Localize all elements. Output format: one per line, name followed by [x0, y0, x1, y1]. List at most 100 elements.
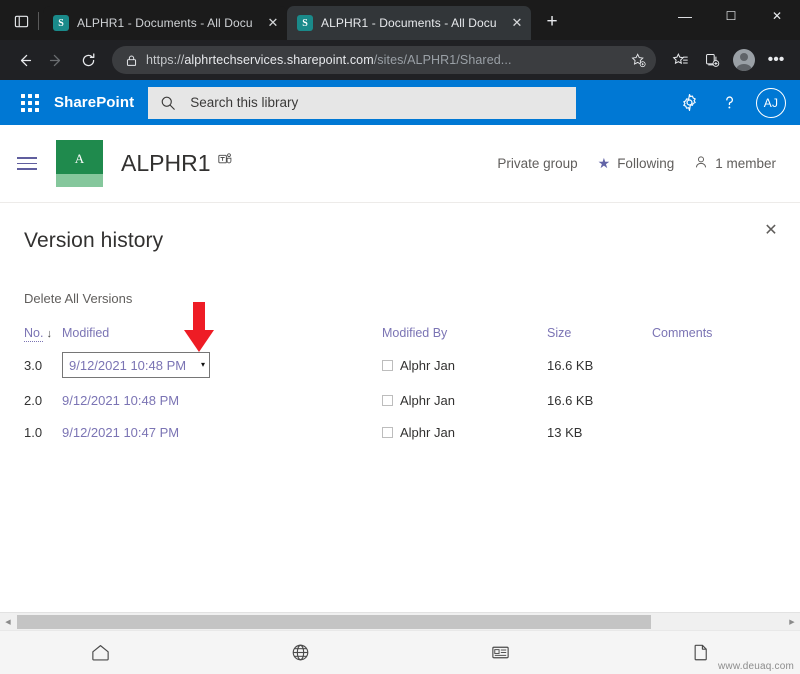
version-modified-by-cell: Alphr Jan [382, 416, 547, 448]
browser-tab-2-active[interactable]: S ALPHR1 - Documents - All Docu ✕ [287, 6, 531, 40]
star-icon: ★ [598, 155, 611, 172]
version-modified-cell: 9/12/2021 10:47 PM [62, 416, 382, 448]
favorites-list-icon[interactable] [664, 44, 696, 76]
modified-by-name: Alphr Jan [400, 393, 455, 408]
page-title: Version history [24, 203, 776, 253]
privacy-label: Private group [497, 156, 577, 171]
table-body: 3.0 9/12/2021 10:48 PM ▾ Alphr Jan 16.6 … [24, 346, 776, 448]
version-history-table: No.↓ Modified Modified By Size Comments … [24, 326, 776, 448]
close-icon[interactable]: ✕ [756, 215, 786, 245]
browser-tab-1[interactable]: S ALPHR1 - Documents - All Docu ✕ [43, 6, 287, 40]
site-header-actions: Private group ★ Following 1 member [497, 155, 776, 172]
version-comments [652, 416, 776, 448]
version-dropdown[interactable]: 9/12/2021 10:48 PM ▾ [62, 352, 210, 378]
table-row[interactable]: 3.0 9/12/2021 10:48 PM ▾ Alphr Jan 16.6 … [24, 346, 776, 384]
scrollbar-track[interactable] [16, 613, 784, 631]
horizontal-scrollbar[interactable]: ◀ ▶ [0, 612, 800, 630]
version-comments [652, 346, 776, 384]
page-content: SharePoint Search this library AJ [0, 80, 800, 674]
table-row[interactable]: 1.0 9/12/2021 10:47 PM Alphr Jan 13 KB [24, 416, 776, 448]
column-header-no[interactable]: No.↓ [24, 326, 62, 346]
bottom-navigation-bar: www.deuaq.com [0, 630, 800, 674]
version-size: 16.6 KB [547, 346, 652, 384]
sharepoint-suite-bar: SharePoint Search this library AJ [0, 80, 800, 125]
privacy-text: Private group [497, 156, 577, 171]
browser-toolbar: https://alphrtechservices.sharepoint.com… [0, 40, 800, 80]
column-header-comments[interactable]: Comments [652, 326, 776, 346]
sharepoint-brand-link[interactable]: SharePoint [54, 94, 134, 111]
minimize-button[interactable]: — [662, 0, 708, 32]
gear-icon[interactable] [670, 84, 708, 122]
presence-checkbox[interactable] [382, 395, 393, 406]
tab-title: ALPHR1 - Documents - All Docu [77, 16, 263, 30]
version-number: 2.0 [24, 384, 62, 416]
watermark: www.deuaq.com [718, 661, 794, 672]
globe-icon[interactable] [200, 631, 400, 674]
collections-icon[interactable] [696, 44, 728, 76]
tab-title: ALPHR1 - Documents - All Docu [321, 16, 507, 30]
maximize-button[interactable]: ☐ [708, 0, 754, 32]
tabstrip-divider [38, 12, 39, 30]
sort-descending-icon: ↓ [46, 328, 52, 340]
settings-more-icon[interactable]: ••• [760, 44, 792, 76]
profile-avatar[interactable] [728, 44, 760, 76]
home-icon[interactable] [0, 631, 200, 674]
address-bar[interactable]: https://alphrtechservices.sharepoint.com… [112, 46, 656, 74]
tab-close-button[interactable]: ✕ [263, 13, 283, 33]
modified-by-name: Alphr Jan [400, 425, 455, 440]
version-date-link[interactable]: 9/12/2021 10:48 PM [69, 358, 197, 373]
search-input[interactable]: Search this library [148, 87, 576, 119]
members-button[interactable]: 1 member [694, 155, 776, 172]
chevron-down-icon[interactable]: ▾ [201, 361, 205, 369]
presence-checkbox[interactable] [382, 360, 393, 371]
new-tab-button[interactable]: + [537, 7, 567, 37]
table-header: No.↓ Modified Modified By Size Comments [24, 326, 776, 346]
scrollbar-thumb[interactable] [17, 615, 651, 629]
person-icon [694, 155, 708, 172]
members-label: 1 member [715, 156, 776, 171]
address-path: /sites/ALPHR1/Shared... [374, 53, 512, 67]
tab-list-icon[interactable] [6, 5, 36, 37]
back-button[interactable] [8, 44, 40, 76]
version-date-link[interactable]: 9/12/2021 10:48 PM [62, 393, 179, 408]
version-comments [652, 384, 776, 416]
delete-all-versions-link[interactable]: Delete All Versions [24, 291, 132, 306]
version-modified-by-cell: Alphr Jan [382, 346, 547, 384]
version-modified-cell: 9/12/2021 10:48 PM ▾ [62, 346, 382, 384]
suite-bar-actions: AJ [670, 84, 792, 122]
app-launcher-icon[interactable] [8, 81, 52, 125]
following-button[interactable]: ★ Following [598, 155, 675, 172]
scroll-left-arrow[interactable]: ◀ [0, 613, 16, 631]
close-window-button[interactable]: ✕ [754, 0, 800, 32]
tab-close-button[interactable]: ✕ [507, 13, 527, 33]
presence-checkbox[interactable] [382, 427, 393, 438]
site-title[interactable]: ALPHR1 [121, 150, 210, 177]
site-logo: A [56, 140, 103, 187]
version-modified-cell: 9/12/2021 10:48 PM [62, 384, 382, 416]
user-avatar[interactable]: AJ [756, 88, 786, 118]
hamburger-icon[interactable] [10, 147, 44, 181]
reload-button[interactable] [72, 44, 104, 76]
browser-window: S ALPHR1 - Documents - All Docu ✕ S ALPH… [0, 0, 800, 674]
search-icon [160, 95, 180, 111]
lock-icon [122, 54, 140, 67]
forward-button[interactable] [40, 44, 72, 76]
version-history-panel: ✕ Version history Delete All Versions No… [0, 203, 800, 612]
site-header: A ALPHR1 Private group ★ Following 1 [0, 125, 800, 203]
address-host: alphrtechservices.sharepoint.com [184, 53, 373, 67]
news-icon[interactable] [400, 631, 600, 674]
help-icon[interactable] [710, 84, 748, 122]
version-date-link[interactable]: 9/12/2021 10:47 PM [62, 425, 179, 440]
version-number: 3.0 [24, 346, 62, 384]
column-header-modified-by[interactable]: Modified By [382, 326, 547, 346]
sharepoint-favicon-icon: S [297, 15, 313, 31]
version-size: 16.6 KB [547, 384, 652, 416]
modified-by-name: Alphr Jan [400, 358, 455, 373]
column-header-size[interactable]: Size [547, 326, 652, 346]
tab-strip: S ALPHR1 - Documents - All Docu ✕ S ALPH… [0, 0, 800, 40]
favorite-add-icon[interactable] [626, 53, 650, 68]
table-row[interactable]: 2.0 9/12/2021 10:48 PM Alphr Jan 16.6 KB [24, 384, 776, 416]
address-bar-url: https://alphrtechservices.sharepoint.com… [146, 53, 626, 67]
column-header-modified[interactable]: Modified [62, 326, 382, 346]
scroll-right-arrow[interactable]: ▶ [784, 613, 800, 631]
